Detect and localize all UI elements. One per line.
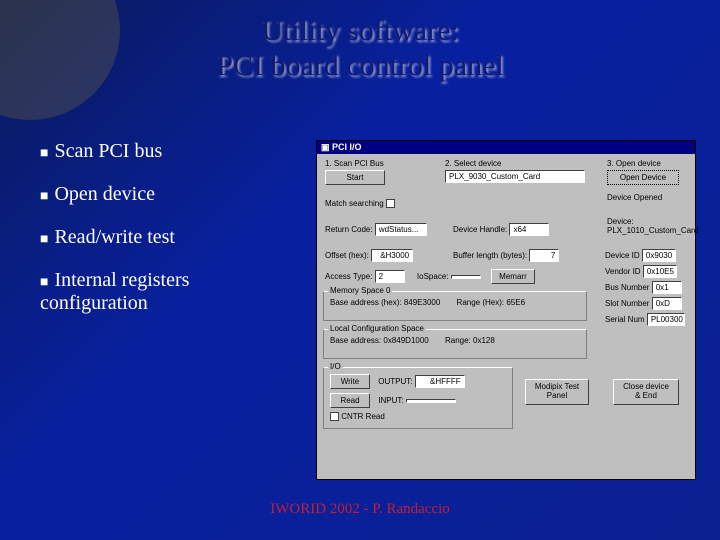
device-label: Device: <box>607 217 691 226</box>
buflen-label: Buffer length (bytes): <box>453 251 527 260</box>
device-name-value: PLX_1010_Custom_Card <box>607 226 691 235</box>
iospace-field[interactable] <box>451 275 481 279</box>
lcs-base-value: 0x849D1000 <box>383 336 428 345</box>
app-icon: ▣ <box>321 142 330 152</box>
square-bullet-icon: ■ <box>40 146 48 161</box>
local-config-space-title: Local Configuration Space <box>328 324 426 333</box>
ms0-base-label: Base address (hex): <box>330 298 402 307</box>
ms0-range-label: Range (Hex): <box>457 298 505 307</box>
match-searching-label: Match searching <box>325 199 384 208</box>
slot-number-label: Slot Number <box>605 299 649 308</box>
input-field[interactable] <box>406 399 456 403</box>
memory-space-0-group: Memory Space 0 Base address (hex): 849E3… <box>323 291 587 321</box>
section-2-header: 2. Select device <box>445 159 595 168</box>
access-type-label: Access Type: <box>325 272 372 281</box>
bullet-item: ■ Open device <box>40 183 300 206</box>
cntr-read-checkbox[interactable] <box>330 412 339 421</box>
lcs-range-value: 0x128 <box>473 336 495 345</box>
bullet-text: Scan PCI bus <box>54 140 162 162</box>
section-3-header: 3. Open device <box>607 159 689 168</box>
serial-num-field: PL00300 <box>647 313 685 326</box>
device-id-label: Device ID <box>605 251 640 260</box>
return-code-field: wdStatus... <box>375 223 427 236</box>
device-opened-label: Device Opened <box>607 193 689 202</box>
cntr-read-label: CNTR Read <box>341 412 385 421</box>
start-button[interactable]: Start <box>325 170 385 185</box>
io-group-title: I/O <box>328 362 343 371</box>
write-button[interactable]: Write <box>330 374 370 389</box>
close-btn-line1: Close device <box>623 382 669 391</box>
input-label: INPUT: <box>378 396 403 405</box>
bus-number-label: Bus Number <box>605 283 649 292</box>
vendor-id-field: 0x10E5 <box>643 265 677 278</box>
memarr-button[interactable]: Memarr <box>491 269 535 284</box>
device-id-field: 0x9030 <box>642 249 676 262</box>
iospace-label: IoSpace: <box>417 272 449 281</box>
vendor-id-label: Vendor ID <box>605 267 641 276</box>
modipix-test-button[interactable]: Modipix Test Panel <box>525 379 589 405</box>
open-device-button[interactable]: Open Device <box>607 170 679 185</box>
offset-field[interactable]: &H3000 <box>371 249 413 262</box>
bullet-item: ■ Scan PCI bus <box>40 140 300 163</box>
window-titlebar: ▣ PCI I/O <box>317 141 695 154</box>
square-bullet-icon: ■ <box>40 275 48 290</box>
device-handle-label: Device Handle: <box>453 225 507 234</box>
bullet-text: Open device <box>54 183 155 205</box>
modipix-btn-line2: Panel <box>547 391 567 400</box>
match-searching-checkbox[interactable] <box>386 199 395 208</box>
close-btn-line2: & End <box>635 391 657 400</box>
bus-number-field: 0x1 <box>652 281 682 294</box>
bullet-text: Internal registers configuration <box>40 269 189 314</box>
device-select[interactable]: PLX_9030_Custom_Card <box>445 170 585 183</box>
close-device-button[interactable]: Close device & End <box>613 379 679 405</box>
access-type-field[interactable]: 2 <box>375 270 405 283</box>
corner-accent <box>0 0 120 120</box>
io-group: I/O Write OUTPUT: &HFFFF Read INPUT: CNT… <box>323 367 513 429</box>
bullet-item: ■Internal registers configuration <box>40 269 300 315</box>
footer-text: IWORID 2002 - P. Randaccio <box>0 501 720 518</box>
local-config-space-group: Local Configuration Space Base address: … <box>323 329 587 359</box>
section-1-header: 1. Scan PCI Bus <box>325 159 435 168</box>
square-bullet-icon: ■ <box>40 189 48 204</box>
read-button[interactable]: Read <box>330 393 370 408</box>
bullet-item: ■ Read/write test <box>40 226 300 249</box>
window-title: PCI I/O <box>332 142 362 152</box>
slot-number-field: 0xD <box>652 297 682 310</box>
memory-space-0-title: Memory Space 0 <box>328 286 392 295</box>
modipix-btn-line1: Modipix Test <box>535 382 579 391</box>
bullet-list: ■ Scan PCI bus ■ Open device ■ Read/write t… <box>40 140 300 335</box>
lcs-range-label: Range: <box>445 336 471 345</box>
square-bullet-icon: ■ <box>40 232 48 247</box>
pci-io-window: ▣ PCI I/O 1. Scan PCI Bus Start 2. Selec… <box>316 140 696 480</box>
output-field[interactable]: &HFFFF <box>415 375 465 388</box>
serial-num-label: Serial Num <box>605 315 645 324</box>
return-code-label: Return Code: <box>325 225 373 234</box>
bullet-text: Read/write test <box>54 226 175 248</box>
ms0-range-value: 65E6 <box>506 298 525 307</box>
output-label: OUTPUT: <box>378 377 412 386</box>
device-handle-field: x64 <box>509 223 549 236</box>
offset-label: Offset (hex): <box>325 251 369 260</box>
ms0-base-value: 849E3000 <box>404 298 440 307</box>
buflen-field[interactable]: 7 <box>529 249 559 262</box>
lcs-base-label: Base address: <box>330 336 381 345</box>
